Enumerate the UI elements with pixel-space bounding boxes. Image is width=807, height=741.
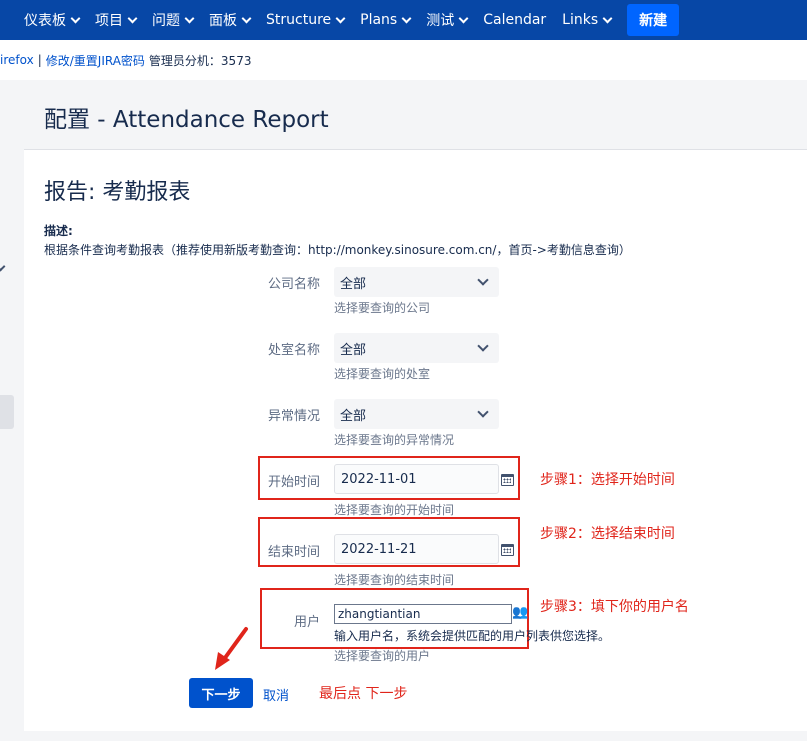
nav-item-label: 面板 <box>209 13 237 29</box>
nav-item-dashboards[interactable]: 仪表板 <box>24 10 81 30</box>
chevron-down-icon <box>70 13 81 23</box>
sidebar-collapsed <box>0 80 24 741</box>
page-footer-strip <box>0 731 807 741</box>
nav-item-tests[interactable]: 测试 <box>426 10 469 30</box>
company-help: 选择要查询的公司 <box>334 301 431 315</box>
chevron-down-icon <box>335 13 346 23</box>
user-help: 选择要查询的用户 <box>334 649 431 663</box>
users-icon[interactable]: 👥 <box>512 605 528 620</box>
report-config-panel: 报告: 考勤报表 描述: 根据条件查询考勤报表（推荐使用新版考勤查询：http:… <box>24 149 807 731</box>
chevron-down-icon <box>477 406 489 418</box>
start-date-help: 选择要查询的开始时间 <box>334 503 455 517</box>
separator: | <box>37 53 42 67</box>
nav-item-label: 仪表板 <box>24 13 66 29</box>
description-text: 根据条件查询考勤报表（推荐使用新版考勤查询：http://monkey.sino… <box>44 243 631 257</box>
report-title: 报告: 考勤报表 <box>44 180 191 205</box>
company-select-value: 全部 <box>340 276 367 292</box>
user-hint: 输入用户名，系统会提供匹配的用户列表供您选择。 <box>334 629 611 643</box>
final-step-annotation: 最后点 下一步 <box>319 686 408 702</box>
department-help: 选择要查询的处室 <box>334 367 431 381</box>
start-date-value: 2022-11-01 <box>341 471 417 487</box>
red-arrow-icon <box>215 627 248 670</box>
end-date-input[interactable]: 2022-11-21 <box>334 534 499 564</box>
admin-extension-text: 管理员分机：3573 <box>148 53 252 68</box>
sidebar-toggle-tab[interactable] <box>0 395 14 429</box>
nav-item-calendar[interactable]: Calendar <box>483 12 546 28</box>
top-navigation: 仪表板 项目 问题 面板 Structure Plans 测试 Calendar… <box>0 0 807 40</box>
chevron-down-icon <box>602 13 613 23</box>
nav-item-label: Plans <box>360 12 398 28</box>
user-input[interactable]: zhangtiantian <box>334 604 512 624</box>
nav-item-label: Calendar <box>483 12 547 28</box>
nav-item-boards[interactable]: 面板 <box>209 10 252 30</box>
start-date-label: 开始时间 <box>267 475 320 490</box>
end-date-label: 结束时间 <box>267 545 320 560</box>
chevron-down-icon <box>458 13 469 23</box>
department-select-value: 全部 <box>340 342 367 358</box>
end-date-value: 2022-11-21 <box>341 541 417 557</box>
user-input-value: zhangtiantian <box>338 607 421 621</box>
nav-item-structure[interactable]: Structure <box>266 12 346 28</box>
announcement-banner: irefox | 修改/重置JIRA密码 管理员分机：3573 <box>0 40 807 80</box>
chevron-down-icon <box>127 13 138 23</box>
nav-item-label: 项目 <box>95 13 123 29</box>
cancel-link[interactable]: 取消 <box>263 685 289 704</box>
exception-label: 异常情况 <box>267 409 320 424</box>
exception-help: 选择要查询的异常情况 <box>334 433 455 447</box>
nav-item-label: Links <box>562 12 599 28</box>
create-button[interactable]: 新建 <box>627 4 680 36</box>
nav-item-label: 测试 <box>426 13 455 29</box>
chevron-down-icon <box>241 13 252 23</box>
chevron-down-icon <box>477 340 489 352</box>
nav-item-plans[interactable]: Plans <box>360 12 412 28</box>
department-label: 处室名称 <box>267 343 320 358</box>
step1-annotation: 步骤1：选择开始时间 <box>540 472 675 488</box>
step3-annotation: 步骤3：填下你的用户名 <box>540 599 689 615</box>
chevron-down-icon <box>401 13 412 23</box>
page-header: 配置 - Attendance Report <box>24 80 807 148</box>
start-date-input[interactable]: 2022-11-01 <box>334 464 499 494</box>
next-button[interactable]: 下一步 <box>189 678 253 708</box>
calendar-icon[interactable] <box>501 544 514 556</box>
company-select[interactable]: 全部 <box>334 267 499 297</box>
step2-annotation: 步骤2：选择结束时间 <box>540 526 675 542</box>
description-label: 描述: <box>44 224 73 238</box>
nav-item-label: Structure <box>266 12 332 28</box>
exception-select-value: 全部 <box>340 408 367 424</box>
department-select[interactable]: 全部 <box>334 333 499 363</box>
page-title: 配置 - Attendance Report <box>44 107 329 133</box>
nav-item-label: 问题 <box>152 13 180 29</box>
company-label: 公司名称 <box>267 277 320 292</box>
end-date-help: 选择要查询的结束时间 <box>334 573 455 587</box>
nav-item-projects[interactable]: 项目 <box>95 10 138 30</box>
nav-item-links[interactable]: Links <box>562 12 613 28</box>
chevron-down-icon <box>184 13 195 23</box>
reset-password-link[interactable]: 修改/重置JIRA密码 <box>46 52 145 69</box>
nav-item-issues[interactable]: 问题 <box>152 10 195 30</box>
chevron-down-icon[interactable] <box>0 261 6 272</box>
chevron-down-icon <box>477 274 489 286</box>
firefox-link[interactable]: irefox <box>0 53 34 67</box>
exception-select[interactable]: 全部 <box>334 399 499 429</box>
calendar-icon[interactable] <box>501 474 514 486</box>
